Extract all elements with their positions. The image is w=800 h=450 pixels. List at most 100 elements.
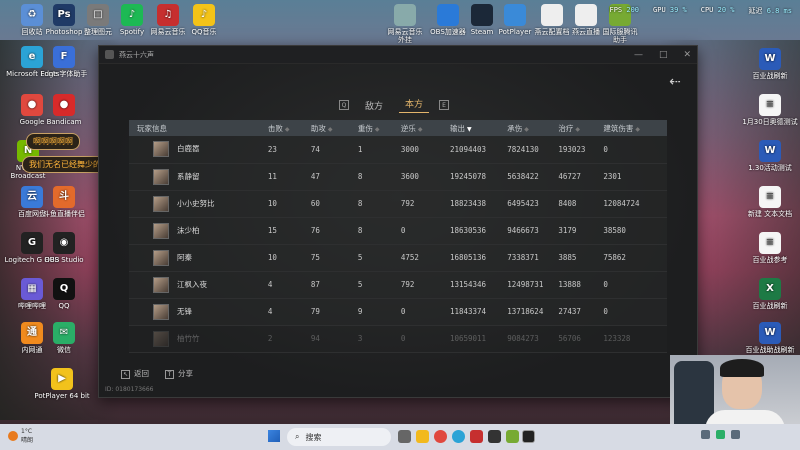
edge-icon[interactable] [452, 430, 465, 443]
desktop-icon-fonts[interactable]: F Fonts字体助手 [36, 46, 92, 78]
desktop-icon-r7[interactable]: W 百业战助战刷新 [742, 322, 798, 354]
desktop-icon-tb4[interactable]: PotPlayer [495, 4, 535, 36]
streamer-hair [720, 359, 764, 377]
steam-icon[interactable] [488, 430, 501, 443]
desktop-icon-tb1[interactable]: 网易云音乐外挂 [385, 4, 425, 44]
desktop-icon-qq[interactable]: Q QQ [36, 278, 92, 310]
table-row[interactable]: 白鹿嚣 23 74 1 3000 21094403 7824130 193023 0 [129, 136, 667, 164]
back-action[interactable]: ↖ 返回 [121, 368, 149, 379]
avatar [153, 168, 169, 185]
column-header-3[interactable]: 重伤 ◆ [349, 120, 393, 136]
desktop-icon-qqmusic[interactable]: ♪ QQ音乐 [176, 4, 232, 36]
netease-icon[interactable] [470, 430, 483, 443]
fps-value: 200 [626, 6, 640, 14]
tray-icon-1[interactable] [701, 430, 710, 439]
table-row[interactable]: 沫少柏 15 76 8 0 18630536 9466673 3179 38580 [129, 217, 667, 245]
stat-revive: 0 [392, 217, 442, 245]
stat-assists: 76 [302, 217, 350, 245]
desktop-icon-label: Bandicam [46, 118, 82, 126]
desktop-icon-mahjong[interactable]: 斗斗鱼直播伴侣 [36, 186, 92, 218]
desktop-icon-obs[interactable]: ◉ OBS Studio [36, 232, 92, 264]
tab-ours[interactable]: 本方 [399, 97, 430, 113]
column-header-8[interactable]: 建筑伤害 ◆ [595, 120, 667, 136]
stat-heal: 3885 [550, 244, 596, 272]
column-header-7[interactable]: 治疗 ◆ [550, 120, 596, 136]
stat-building: 12084724 [595, 190, 667, 218]
stat-heal: 46727 [550, 163, 596, 191]
game-window: 燕云十六声 — □ ✕ ⇠ Q 敌方 本方 E 玩家信息 击败 ◆ 助攻 ◆ 重伤 ◆ 逆乐 ◆… [98, 45, 698, 398]
desktop-icon-wechat[interactable]: ✉ 微信 [36, 322, 92, 354]
weather-widget[interactable]: 1°C 晴朗 [8, 428, 33, 444]
tb3-icon [471, 4, 493, 26]
bandicam-icon: ● [53, 94, 75, 116]
key-hint-q: Q [339, 100, 349, 110]
stat-revive: 4752 [392, 244, 442, 272]
player-name: 沫少柏 [177, 225, 200, 235]
player-cell: 小小史努比 [129, 190, 260, 218]
desktop-icon-potplayer[interactable]: ▶ PotPlayer 64 bit [34, 368, 90, 400]
desktop-icon-label: 1.30活动测试 [748, 164, 792, 172]
desktop-icon-label: 新建 文本文档 [747, 210, 793, 218]
sort-icon: ▼ [466, 125, 472, 133]
table-row[interactable]: 系静留 11 47 8 3600 19245078 5638422 46727 2301 [129, 163, 667, 191]
column-header-6[interactable]: 承伤 ◆ [499, 120, 551, 136]
chrome-icon[interactable] [434, 430, 447, 443]
desktop-icon-label: PotPlayer 64 bit [34, 392, 90, 400]
search-box[interactable]: ⌕ 搜索 [287, 428, 391, 446]
stat-heal: 193023 [550, 136, 596, 164]
stat-building: 0 [595, 298, 667, 326]
column-header-4[interactable]: 逆乐 ◆ [392, 120, 442, 136]
stat-heal: 56706 [550, 325, 596, 353]
task-view-icon[interactable] [398, 430, 411, 443]
stat-kills: 10 [259, 244, 303, 272]
column-header-5[interactable]: 输出 ▼ [441, 120, 500, 136]
app-icon-2[interactable] [506, 430, 519, 443]
column-header-2[interactable]: 助攻 ◆ [302, 120, 350, 136]
window-titlebar[interactable]: 燕云十六声 — □ ✕ [99, 46, 697, 64]
table-row[interactable]: 小小史努比 10 60 8 792 18823438 6495423 8408 12084724 [129, 190, 667, 218]
desktop-icon-r1[interactable]: W 百业战刷新 [742, 48, 798, 80]
game-taskbar-icon[interactable] [522, 430, 535, 443]
desktop-icon-r4[interactable]: ≡ 新建 文本文档 [742, 186, 798, 218]
desktop-icon-r2[interactable]: ≡ 1月30日奥德测试 [742, 94, 798, 126]
desktop-icon-label: QQ [58, 302, 70, 310]
back-arrow-icon[interactable]: ⇠ [669, 74, 681, 90]
stat-kills: 23 [259, 136, 303, 164]
minimize-button[interactable]: — [634, 50, 643, 60]
system-tray [701, 430, 740, 439]
desktop-icon-bandicam[interactable]: ● Bandicam [36, 94, 92, 126]
stat-kills: 15 [259, 217, 303, 245]
maximize-button[interactable]: □ [659, 50, 668, 60]
tab-enemy[interactable]: 敌方 [359, 99, 389, 112]
tray-icon-2[interactable] [716, 430, 725, 439]
column-header-1[interactable]: 击败 ◆ [259, 120, 303, 136]
qqmusic-icon: ♪ [193, 4, 215, 26]
stat-taken: 9084273 [499, 325, 551, 353]
stat-output: 18630536 [441, 217, 500, 245]
desktop-icon-label: QQ音乐 [191, 28, 217, 36]
stream-overlay-bubble: 啊啊啊啊啊 [26, 133, 80, 150]
stat-revive: 0 [392, 325, 442, 353]
desktop-icon-r3[interactable]: W 1.30活动测试 [742, 140, 798, 172]
stat-taken: 13718624 [499, 298, 551, 326]
table-row[interactable]: 柚竹竹 2 94 3 0 10659011 9084273 56706 123328 [129, 325, 667, 353]
stat-output: 18823438 [441, 190, 500, 218]
table-row[interactable]: 无锋 4 79 9 0 11843374 13718624 27437 0 [129, 298, 667, 326]
table-row[interactable]: 阿秦 10 75 5 4752 16805136 7338371 3885 75862 [129, 244, 667, 272]
word-file-icon: W [759, 140, 781, 162]
player-name: 无锋 [177, 306, 192, 316]
stat-kills: 10 [259, 190, 303, 218]
stat-revive: 3000 [392, 136, 442, 164]
tray-icon-3[interactable] [731, 430, 740, 439]
close-button[interactable]: ✕ [683, 50, 691, 60]
file-explorer-icon[interactable] [416, 430, 429, 443]
potplayer-icon: ▶ [51, 368, 73, 390]
esc-key-icon: ↖ [121, 370, 130, 379]
desktop-icon-label: 1月30日奥德测试 [742, 118, 798, 126]
desktop-icon-r5[interactable]: ≡ 百业战参考 [742, 232, 798, 264]
share-action[interactable]: T 分享 [165, 368, 193, 379]
desktop-icon-r6[interactable]: X 百业战刷新 [742, 278, 798, 310]
doc-file-icon: ≡ [759, 232, 781, 254]
table-row[interactable]: 江枫入夜 4 87 5 792 13154346 12498731 13888 0 [129, 271, 667, 299]
start-button[interactable] [268, 430, 280, 442]
